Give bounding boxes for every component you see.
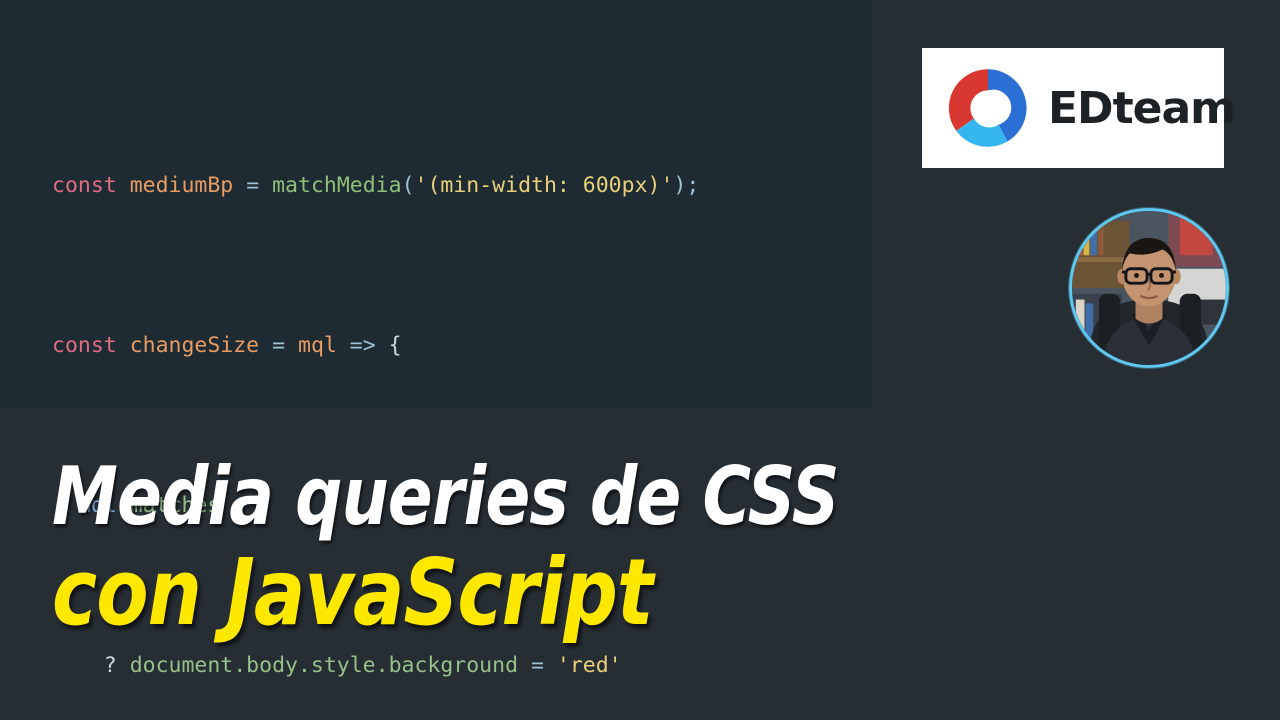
token-param-mql: mql: [298, 333, 337, 358]
token-paren-close-1: ): [673, 173, 687, 198]
video-thumbnail-slide: const mediumBp = matchMedia('(min-width:…: [0, 0, 1280, 720]
token-arrow: =>: [349, 333, 376, 358]
token-paren-open-1: (: [401, 173, 415, 198]
edteam-swirl-logo-icon: [944, 64, 1032, 152]
token-string-media-query: '(min-width: 600px)': [414, 173, 674, 198]
code-line-2: const changeSize = mql => {: [52, 326, 699, 366]
title-line-1: Media queries de CSS: [52, 450, 839, 543]
code-line-4: ? document.body.style.background = 'red': [52, 646, 699, 686]
title-block: Media queries de CSS con JavaScript: [52, 455, 907, 641]
token-prop-chain-1: document.body.style.background: [129, 653, 519, 678]
token-keyword-const: const: [52, 173, 117, 198]
token-assign-2: =: [272, 333, 286, 358]
token-string-red: 'red': [556, 653, 622, 678]
token-var-mediumbp: mediumBp: [129, 173, 234, 198]
token-brace-open: {: [388, 333, 402, 358]
edteam-wordmark: EDteam: [1048, 82, 1236, 134]
title-line-2: con JavaScript: [52, 539, 653, 646]
code-panel: const mediumBp = matchMedia('(min-width:…: [0, 0, 872, 678]
code-line-1: const mediumBp = matchMedia('(min-width:…: [52, 166, 699, 206]
token-assign-3: =: [530, 653, 544, 678]
token-var-changesize: changeSize: [129, 333, 260, 358]
presenter-avatar: [1069, 208, 1229, 368]
token-fn-matchmedia: matchMedia: [272, 173, 402, 198]
token-semicolon-1: ;: [686, 173, 700, 198]
edteam-logo-card: EDteam: [922, 48, 1236, 168]
token-ternary-if: ?: [103, 653, 117, 678]
token-assign-1: =: [246, 173, 260, 198]
token-keyword-const-2: const: [52, 333, 117, 358]
